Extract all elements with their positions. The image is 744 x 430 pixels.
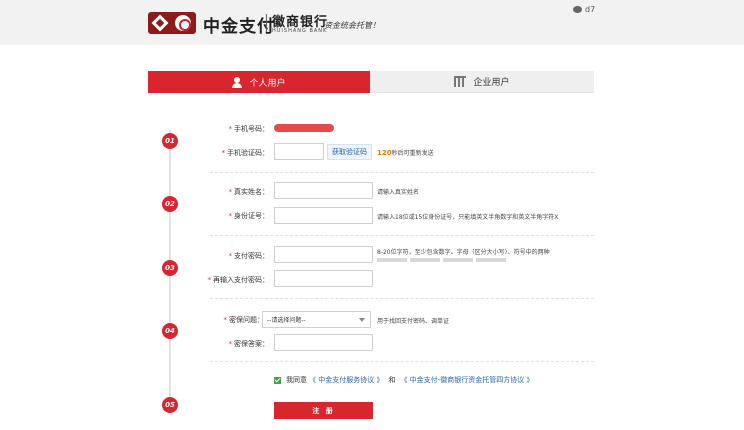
required-mark: * [228,125,233,133]
wechat-link[interactable]: d7 [573,5,595,14]
real-name-label: * 真实姓名： [228,188,270,196]
required-mark: * [228,188,233,196]
step-badge-04: 04 [162,323,178,339]
step-badge-01: 01 [162,133,178,149]
brand-name: 中金支付 [203,17,275,37]
agreement-checkbox[interactable] [274,376,281,384]
section-divider [210,361,594,362]
person-icon [232,76,243,88]
building-icon [454,76,467,87]
register-button[interactable]: 注 册 [274,402,373,419]
sms-code-input[interactable] [274,143,324,160]
user-type-tabs: 个人用户 企业用户 [148,71,594,93]
security-question-label: * 密保问题： [223,316,265,324]
step-badge-05: 05 [162,397,178,413]
agreement-prefix: 我同意 [286,376,307,384]
required-mark: * [207,276,212,284]
password-strength-meter [377,258,506,262]
pay-password-hint: 8-20位字符，至少包含数字、字母（区分大小写）、符号中的两种 [377,249,550,256]
id-number-hint: 请输入18位或15位身份证号，只能填英文半角数字和英文半角字符X [377,214,559,221]
service-agreement-link[interactable]: 《 中金支付服务协议 》 [309,375,383,385]
custody-agreement-link[interactable]: 《 中金支付-徽商银行资金托管四方协议 》 [400,375,533,385]
agreement-conjunction: 和 [388,376,396,384]
real-name-input[interactable] [274,182,373,199]
id-number-label: * 身份证号： [228,212,270,220]
security-question-value: --请选择问题-- [267,317,306,324]
tab-personal-label: 个人用户 [249,78,286,89]
security-question-select[interactable]: --请选择问题-- [262,311,371,328]
required-mark: * [228,340,233,348]
tab-business[interactable]: 企业用户 [370,71,594,93]
security-answer-input[interactable] [274,334,373,351]
required-mark: * [228,212,233,220]
section-divider [210,235,594,236]
required-mark: * [223,316,228,324]
partner-name-en: HUISHANG BANK [272,28,328,34]
wechat-icon [573,6,582,13]
sms-code-label: * 手机验证码： [221,149,270,157]
countdown-hint: 120秒后可重新发送 [377,149,434,157]
top-bar: 中金支付 徽商银行 HUISHANG BANK 资金统会托管！ d7 [0,0,744,45]
brand-logo [148,12,196,34]
section-divider [210,172,594,173]
tab-personal[interactable]: 个人用户 [148,71,370,93]
agreement-row: 我同意 《 中金支付服务协议 》 和 《 中金支付-徽商银行资金托管四方协议 》 [274,375,535,385]
wechat-label: d7 [585,5,596,14]
get-sms-code-button[interactable]: 获取验证码 [327,144,372,160]
step-badge-02: 02 [162,196,178,212]
bank-logo-icon [175,15,191,31]
required-mark: * [221,149,226,157]
slogan: 资金统会托管！ [324,21,380,30]
cfca-logo-icon [151,14,169,32]
phone-number-masked [274,124,334,132]
real-name-hint: 请输入真实姓名 [377,189,420,196]
chevron-down-icon [359,318,365,322]
security-answer-label: * 密保答案： [228,340,270,348]
tab-business-label: 企业用户 [473,78,510,88]
pay-password-repeat-input[interactable] [274,270,373,287]
section-divider [210,298,594,299]
phone-label: * 手机号码： [228,125,270,133]
security-question-hint: 用于找回支付密码、调单证 [377,318,450,325]
required-mark: * [228,252,233,260]
brand-separator [266,14,267,32]
pay-password-input[interactable] [274,246,373,263]
step-badge-03: 03 [162,260,178,276]
id-number-input[interactable] [274,207,373,224]
pay-password-label: * 支付密码： [228,252,270,260]
pay-password-repeat-label: * 再输入支付密码： [207,276,270,284]
